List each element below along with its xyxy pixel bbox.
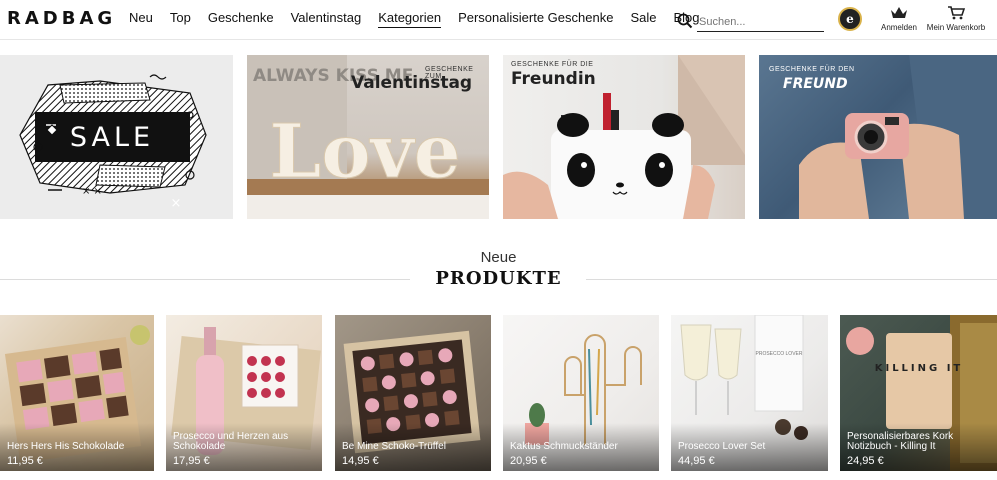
product-name: Prosecco Lover Set: [678, 441, 766, 452]
main-nav: Neu Top Geschenke Valentinstag Kategorie…: [129, 10, 717, 28]
svg-text:× ×: × ×: [82, 186, 102, 197]
login-label: Anmelden: [880, 23, 918, 32]
cart-icon: [948, 6, 966, 20]
nav-item-personalisierte-geschenke[interactable]: Personalisierte Geschenke: [458, 10, 613, 28]
freundin-title: Freundin: [511, 69, 596, 89]
product-card[interactable]: Hers Hers His Schokolade 11,95 €: [0, 315, 154, 471]
nav-item-valentinstag[interactable]: Valentinstag: [291, 10, 362, 28]
category-freundin-banner[interactable]: GESCHENKE FÜR DIE Freundin: [503, 55, 745, 219]
svg-text:×: ×: [171, 196, 182, 211]
trusted-shops-badge[interactable]: e: [838, 7, 862, 31]
nav-item-sale[interactable]: Sale: [630, 10, 656, 28]
login-button[interactable]: Anmelden: [880, 6, 918, 32]
product-card[interactable]: Prosecco und Herzen aus Schokolade 17,95…: [166, 315, 322, 471]
product-card[interactable]: Be Mine Schoko-Trüffel 14,95 €: [335, 315, 491, 471]
product-name: Hers Hers His Schokolade: [7, 441, 125, 452]
crown-icon: [891, 7, 907, 18]
freund-title: FREUND: [783, 76, 848, 92]
freundin-kicker: GESCHENKE FÜR DIE: [511, 61, 594, 68]
valentine-title: Valentinstag: [351, 73, 473, 93]
product-name: Kaktus Schmuckständer: [510, 441, 618, 452]
product-name: Personalisierbares Kork Notizbuch - Kill…: [847, 431, 954, 452]
sale-text: SALE: [70, 122, 154, 153]
bottle-label-text: PROSECCO LOVER: [756, 351, 803, 357]
product-card[interactable]: KILLING IT Personalisierbares Kork Notiz…: [840, 315, 997, 471]
cart-button[interactable]: Mein Warenkorb: [924, 6, 988, 32]
search-input[interactable]: [697, 12, 824, 32]
section-subtitle: Neue: [480, 249, 517, 266]
product-price: 24,95 €: [847, 455, 884, 467]
category-sale-banner[interactable]: SALE × × ×: [0, 55, 233, 219]
product-name: Be Mine Schoko-Trüffel: [342, 441, 446, 452]
nav-item-geschenke[interactable]: Geschenke: [208, 10, 274, 28]
section-title: PRODUKTE: [435, 268, 562, 289]
product-name: Prosecco und Herzen aus Schokolade: [173, 431, 289, 452]
sale-graphic: SALE × × ×: [19, 74, 207, 211]
product-price: 44,95 €: [678, 455, 715, 467]
product-card[interactable]: Kaktus Schmuckständer 20,95 €: [503, 315, 659, 471]
freund-kicker: GESCHENKE FÜR DEN: [769, 66, 855, 73]
product-card[interactable]: PROSECCO LOVER Prosecco Lover Set 44,95 …: [671, 315, 828, 471]
product-price: 17,95 €: [173, 455, 210, 467]
category-freund-banner[interactable]: GESCHENKE FÜR DEN FREUND: [759, 55, 997, 219]
notebook-cover-text: KILLING IT: [875, 363, 964, 374]
love-sign-text: Love: [269, 109, 460, 195]
site-header: RADBAG Neu Top Geschenke Valentinstag Ka…: [0, 0, 997, 40]
cart-label: Mein Warenkorb: [926, 23, 986, 32]
product-price: 14,95 €: [342, 455, 379, 467]
category-valentinstag-banner[interactable]: ALWAYS KISS ME Love GESCHENKE ZUM Valent…: [247, 55, 489, 219]
search-box: [677, 12, 825, 32]
site-logo[interactable]: RADBAG: [7, 8, 116, 29]
nav-item-top[interactable]: Top: [170, 10, 191, 28]
search-icon[interactable]: [677, 13, 693, 29]
product-price: 11,95 €: [7, 455, 43, 467]
product-price: 20,95 €: [510, 455, 547, 467]
nav-item-neu[interactable]: Neu: [129, 10, 153, 28]
nav-item-kategorien[interactable]: Kategorien: [378, 10, 442, 28]
